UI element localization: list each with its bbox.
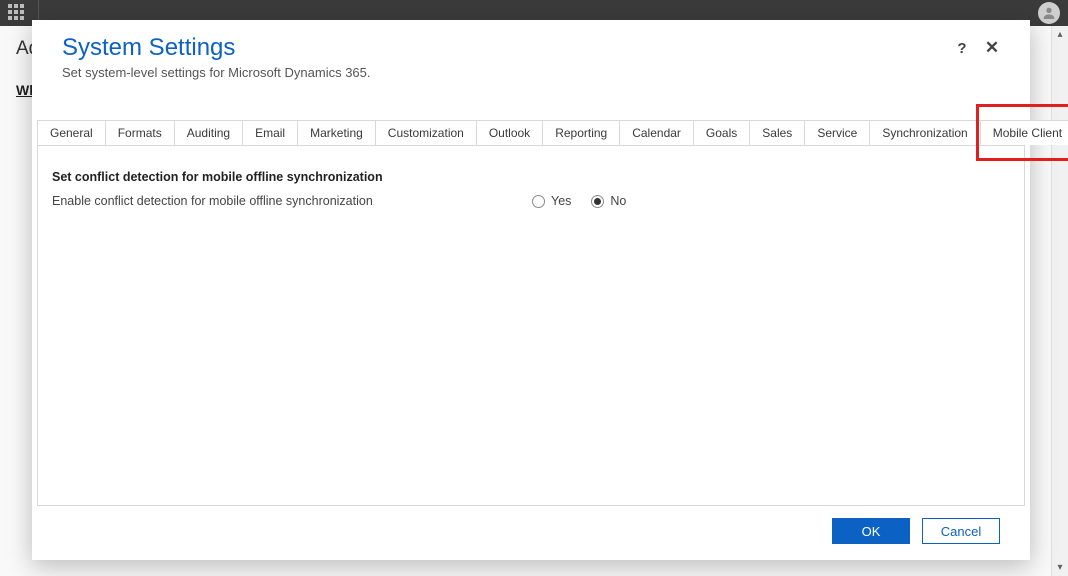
tab-goals[interactable]: Goals bbox=[693, 120, 750, 145]
tab-general[interactable]: General bbox=[37, 120, 106, 145]
page-scrollbar[interactable]: ▴ ▾ bbox=[1051, 26, 1068, 576]
avatar[interactable] bbox=[1038, 2, 1060, 24]
tab-auditing[interactable]: Auditing bbox=[174, 120, 243, 145]
modal-subtitle: Set system-level settings for Microsoft … bbox=[62, 65, 371, 80]
section-heading: Set conflict detection for mobile offlin… bbox=[52, 170, 1010, 184]
tab-reporting[interactable]: Reporting bbox=[542, 120, 620, 145]
tab-formats[interactable]: Formats bbox=[105, 120, 175, 145]
radio-no-label: No bbox=[610, 194, 626, 208]
ok-button[interactable]: OK bbox=[832, 518, 910, 544]
tab-customization[interactable]: Customization bbox=[375, 120, 477, 145]
tab-calendar[interactable]: Calendar bbox=[619, 120, 694, 145]
tabs-container: GeneralFormatsAuditingEmailMarketingCust… bbox=[32, 120, 1030, 146]
tab-outlook[interactable]: Outlook bbox=[476, 120, 543, 145]
cancel-button[interactable]: Cancel bbox=[922, 518, 1000, 544]
tab-mobile-client[interactable]: Mobile Client bbox=[980, 120, 1068, 145]
radio-yes[interactable] bbox=[532, 195, 545, 208]
tab-sales[interactable]: Sales bbox=[749, 120, 805, 145]
scroll-up-arrow-icon[interactable]: ▴ bbox=[1052, 26, 1068, 43]
help-icon[interactable]: ? bbox=[954, 40, 970, 57]
scroll-down-arrow-icon[interactable]: ▾ bbox=[1052, 559, 1068, 576]
radio-yes-label: Yes bbox=[551, 194, 571, 208]
setting-label: Enable conflict detection for mobile off… bbox=[52, 194, 532, 208]
bg-wh-text: Wl bbox=[16, 82, 33, 98]
modal-title: System Settings bbox=[62, 34, 371, 62]
app-launcher-icon[interactable] bbox=[8, 4, 26, 22]
tab-synchronization[interactable]: Synchronization bbox=[869, 120, 980, 145]
tab-email[interactable]: Email bbox=[242, 120, 298, 145]
radio-no[interactable] bbox=[591, 195, 604, 208]
close-icon[interactable]: ✕ bbox=[984, 38, 1000, 58]
system-settings-modal: System Settings Set system-level setting… bbox=[32, 20, 1030, 560]
tab-service[interactable]: Service bbox=[804, 120, 870, 145]
tab-content: Set conflict detection for mobile offlin… bbox=[37, 146, 1025, 506]
tab-marketing[interactable]: Marketing bbox=[297, 120, 376, 145]
